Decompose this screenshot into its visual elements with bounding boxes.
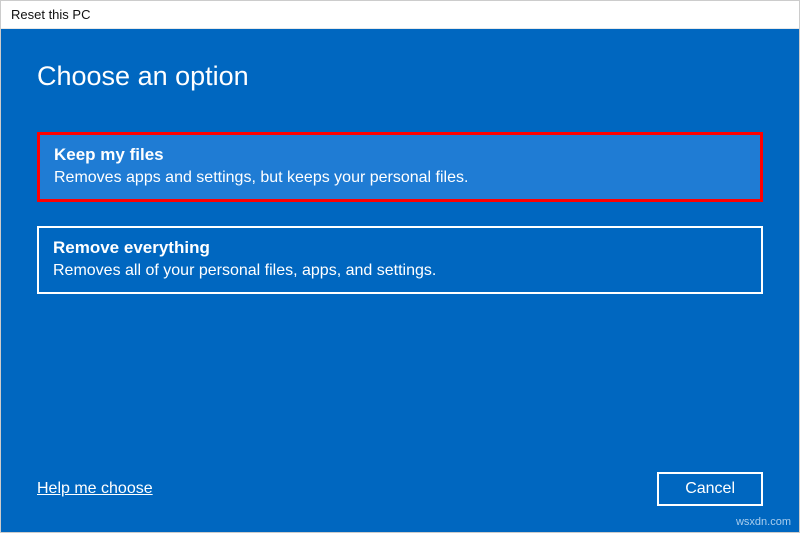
main-panel: Choose an option Keep my files Removes a… — [1, 29, 799, 532]
cancel-button[interactable]: Cancel — [657, 472, 763, 506]
window-title: Reset this PC — [1, 1, 799, 29]
option-remove-everything[interactable]: Remove everything Removes all of your pe… — [37, 226, 763, 294]
watermark: wsxdn.com — [736, 516, 791, 528]
page-heading: Choose an option — [37, 61, 763, 92]
option-keep-my-files-title: Keep my files — [54, 145, 746, 165]
reset-pc-window: Reset this PC Choose an option Keep my f… — [0, 0, 800, 533]
help-me-choose-link[interactable]: Help me choose — [37, 480, 153, 498]
footer: Help me choose Cancel — [37, 472, 763, 512]
option-remove-everything-desc: Removes all of your personal files, apps… — [53, 262, 747, 280]
option-remove-everything-title: Remove everything — [53, 238, 747, 258]
option-keep-my-files-desc: Removes apps and settings, but keeps you… — [54, 169, 746, 187]
option-keep-my-files[interactable]: Keep my files Removes apps and settings,… — [37, 132, 763, 202]
